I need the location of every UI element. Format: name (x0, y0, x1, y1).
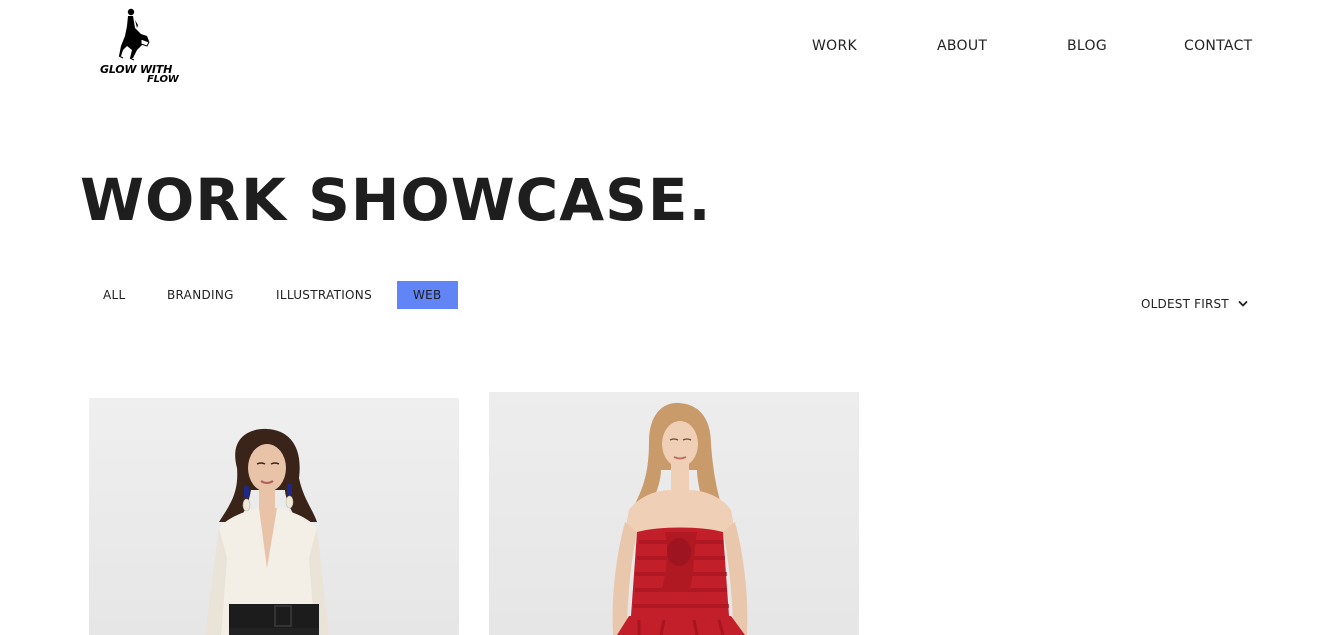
filter-web[interactable]: WEB (397, 281, 458, 309)
nav-item-blog[interactable]: BLOG (1067, 38, 1107, 54)
gallery-card-1[interactable] (89, 398, 459, 635)
sort-label: OLDEST FIRST (1141, 297, 1229, 311)
page-title: WORK SHOWCASE. (80, 166, 712, 234)
nav-item-about[interactable]: ABOUT (937, 38, 987, 54)
dancer-figure-icon (118, 8, 150, 61)
model-photo-red-dress-icon (489, 392, 859, 635)
gallery-card-2[interactable] (489, 392, 859, 635)
brand-logo[interactable]: GLOW WITH FLOW (97, 6, 183, 86)
logo-text-line2: FLOW (147, 74, 179, 85)
chevron-down-icon (1237, 298, 1249, 310)
filter-all[interactable]: ALL (103, 281, 125, 309)
filter-branding[interactable]: BRANDING (167, 281, 234, 309)
nav-item-work[interactable]: WORK (812, 38, 857, 54)
model-photo-white-blouse-icon (89, 398, 459, 635)
filter-illustrations[interactable]: ILLUSTRATIONS (276, 281, 372, 309)
nav-item-contact[interactable]: CONTACT (1184, 38, 1253, 54)
sort-dropdown[interactable]: OLDEST FIRST (1141, 295, 1249, 313)
